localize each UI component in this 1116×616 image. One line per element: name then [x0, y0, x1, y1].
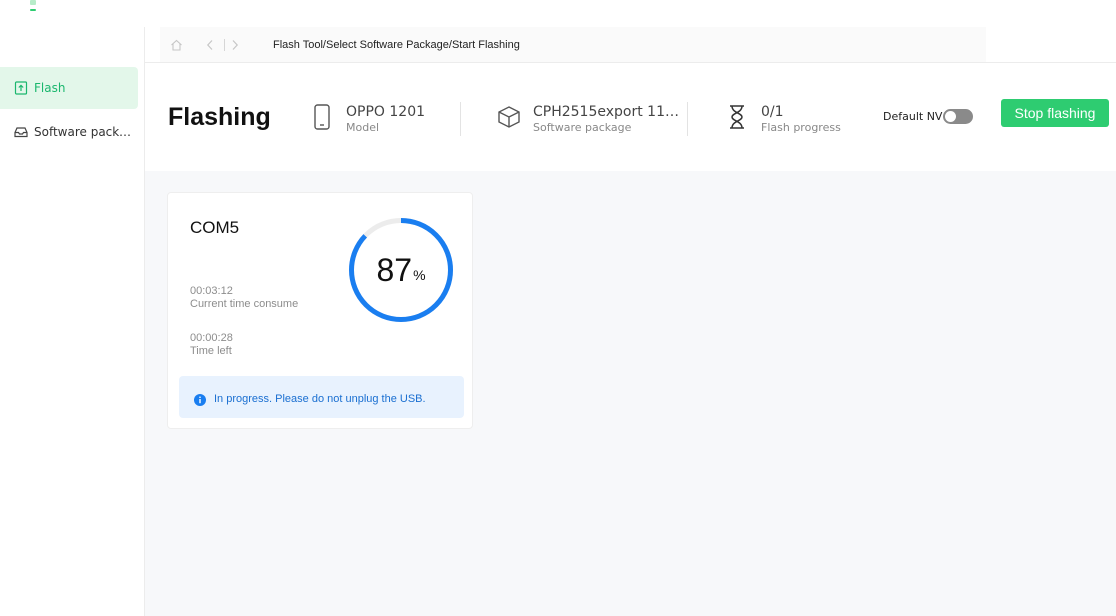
sidebar-item-label: Software packages — [34, 125, 138, 139]
elapsed-time-label: Current time consume — [190, 298, 299, 310]
nav-divider — [224, 38, 225, 51]
header-separator — [687, 102, 688, 136]
progress-percent-value: 87 — [376, 251, 413, 288]
flash-progress-label: Flash progress — [761, 121, 841, 134]
progress-percent: 87 % — [346, 215, 456, 325]
sidebar: Flash Software packages — [0, 27, 145, 616]
package-info: CPH2515export 11_A... Software package — [497, 103, 685, 135]
home-icon[interactable] — [168, 37, 184, 53]
time-left-value: 00:00:28 — [190, 332, 233, 344]
toggle-knob — [945, 111, 956, 122]
device-card: COM5 00:03:12 Current time consume 00:00… — [167, 192, 473, 429]
flash-progress-info: 0/1 Flash progress — [725, 103, 841, 135]
time-left: 00:00:28 Time left — [190, 332, 233, 358]
usb-notice: In progress. Please do not unplug the US… — [179, 376, 464, 418]
flashing-header: Flashing OPPO 1201 Model CPH2515export 1… — [145, 63, 1116, 171]
back-icon[interactable] — [202, 37, 218, 53]
forward-icon[interactable] — [227, 37, 243, 53]
hourglass-icon — [725, 103, 749, 131]
elapsed-time-value: 00:03:12 — [190, 285, 233, 297]
package-label: Software package — [533, 121, 632, 134]
page-title: Flashing — [168, 103, 271, 131]
package-value: CPH2515export 11_A... — [533, 104, 685, 120]
sidebar-item-label: Flash — [34, 81, 66, 95]
top-nav-bar: Flash Tool/Select Software Package/Start… — [160, 27, 986, 62]
time-left-label: Time left — [190, 345, 232, 357]
app-logo-icon — [30, 0, 36, 11]
model-info: OPPO 1201 Model — [310, 103, 425, 135]
elapsed-time: 00:03:12 Current time consume — [190, 285, 298, 311]
port-name: COM5 — [190, 218, 240, 237]
info-icon — [194, 391, 206, 406]
upload-file-icon — [14, 81, 28, 95]
progress-percent-unit: % — [413, 267, 426, 283]
usb-notice-text: In progress. Please do not unplug the US… — [214, 393, 426, 405]
sidebar-item-flash[interactable]: Flash — [0, 67, 138, 109]
default-nv-toggle[interactable] — [943, 109, 973, 124]
flash-progress-value: 0/1 — [761, 104, 784, 120]
package-icon — [497, 103, 521, 131]
stop-flashing-button[interactable]: Stop flashing — [1001, 99, 1109, 127]
inbox-icon — [14, 125, 28, 139]
model-value: OPPO 1201 — [346, 104, 426, 120]
header-separator — [460, 102, 461, 136]
main-content: COM5 00:03:12 Current time consume 00:00… — [145, 171, 1116, 616]
sidebar-item-software-packages[interactable]: Software packages — [0, 111, 138, 153]
default-nv-label: Default NV — [883, 110, 943, 123]
model-label: Model — [346, 121, 380, 134]
phone-icon — [310, 103, 334, 131]
breadcrumb: Flash Tool/Select Software Package/Start… — [273, 38, 520, 51]
